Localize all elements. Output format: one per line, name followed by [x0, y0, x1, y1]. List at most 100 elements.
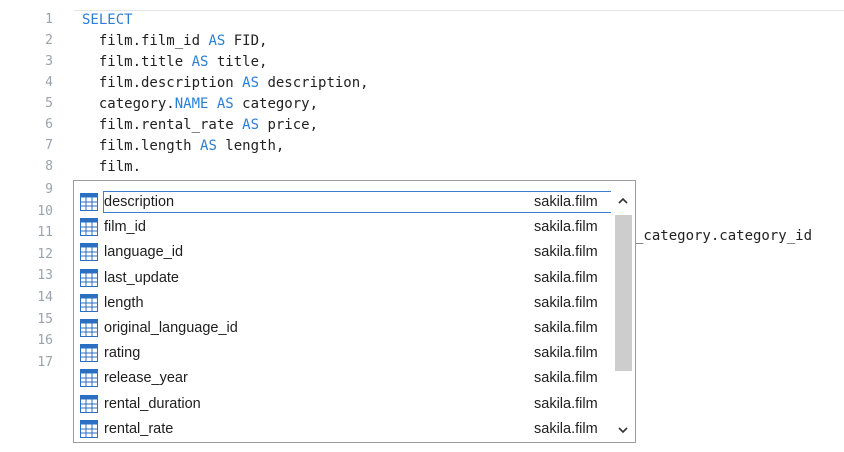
sql-token: length,: [216, 138, 285, 154]
line-number: 1: [45, 12, 53, 27]
code-line[interactable]: 4 film.description AS description,: [0, 73, 844, 93]
sql-token: FID,: [225, 33, 268, 49]
sql-token: title,: [208, 54, 268, 70]
code-line[interactable]: 3 film.title AS title,: [0, 52, 844, 72]
line-number: 16: [37, 333, 53, 349]
autocomplete-item-owner: sakila.film: [534, 219, 598, 236]
scrollbar-thumb[interactable]: [615, 215, 632, 371]
sql-token: description,: [259, 75, 369, 91]
sql-token: category.: [82, 96, 175, 112]
autocomplete-item-owner: sakila.film: [534, 244, 598, 261]
scroll-up-arrow-icon[interactable]: [616, 194, 630, 208]
table-column-icon: [80, 293, 98, 312]
line-number: 10: [37, 203, 53, 219]
sql-keyword: AS: [242, 117, 260, 133]
code-text: category.NAME AS category,: [82, 94, 318, 114]
sql-keyword: AS: [200, 138, 217, 154]
table-column-icon: [80, 369, 98, 388]
autocomplete-item-owner: sakila.film: [534, 345, 598, 362]
autocomplete-item-name: film_id: [104, 219, 146, 236]
sql-token: price,: [259, 117, 319, 133]
autocomplete-item[interactable]: rental_rate sakila.film: [78, 417, 614, 441]
table-column-icon: [80, 344, 98, 363]
autocomplete-item-owner: sakila.film: [534, 370, 598, 387]
line-number: 11: [37, 225, 53, 241]
autocomplete-scrollbar[interactable]: [611, 181, 635, 442]
code-text: SELECT: [82, 10, 133, 30]
line-number: 2: [45, 33, 53, 48]
sql-token: film.rental_rate: [82, 117, 243, 133]
autocomplete-item-name: length: [104, 294, 144, 311]
sql-token: film.title: [82, 54, 192, 70]
autocomplete-item[interactable]: last_update sakila.film: [78, 266, 614, 290]
line-number: 4: [45, 75, 53, 90]
table-column-icon: [80, 193, 98, 211]
code-line[interactable]: 7 film.length AS length,: [0, 136, 844, 156]
autocomplete-item-name: language_id: [104, 244, 184, 261]
sql-token: film.film_id: [82, 33, 209, 49]
code-text: film.: [82, 157, 141, 177]
code-line-11-tail: _category.category_id: [635, 228, 813, 244]
autocomplete-item[interactable]: description sakila.film: [78, 190, 614, 214]
line-number: 6: [45, 117, 53, 132]
code-text: film.film_id AS FID,: [82, 31, 268, 51]
code-line[interactable]: 8 film.: [0, 157, 844, 177]
autocomplete-item-owner: sakila.film: [534, 320, 598, 336]
autocomplete-item-name: rental_rate: [104, 420, 174, 437]
line-number: 3: [45, 54, 53, 69]
autocomplete-item-name: release_year: [104, 370, 188, 387]
code-text: film.length AS length,: [82, 136, 284, 156]
autocomplete-item-name: description: [104, 194, 175, 210]
autocomplete-item[interactable]: original_language_id sakila.film: [78, 316, 614, 340]
autocomplete-item-owner: sakila.film: [534, 420, 598, 437]
autocomplete-item[interactable]: length sakila.film: [78, 291, 614, 315]
autocomplete-item-name: rating: [104, 345, 141, 362]
code-text: film.rental_rate AS price,: [82, 115, 318, 135]
autocomplete-popup[interactable]: description sakila.film film_id sakila.film…: [73, 180, 636, 443]
autocomplete-item-name: rental_duration: [104, 395, 201, 412]
line-number: 15: [37, 311, 53, 327]
autocomplete-item-owner: sakila.film: [534, 294, 598, 311]
autocomplete-item-owner: sakila.film: [534, 194, 598, 210]
autocomplete-item-name: last_update: [104, 269, 179, 286]
table-column-icon: [80, 394, 98, 413]
line-number: 13: [37, 268, 53, 284]
sql-token: category,: [233, 96, 319, 112]
sql-keyword: AS: [208, 33, 226, 49]
table-column-icon: [80, 419, 98, 438]
line-number: 9: [45, 182, 53, 197]
table-column-icon: [80, 243, 98, 262]
autocomplete-item[interactable]: rental_duration sakila.film: [78, 392, 614, 416]
sql-token: film.length: [82, 138, 201, 154]
line-number: 7: [45, 138, 53, 153]
autocomplete-item[interactable]: release_year sakila.film: [78, 366, 614, 390]
line-number: 14: [37, 290, 53, 305]
sql-keyword: SELECT: [82, 12, 133, 28]
autocomplete-item-name: original_language_id: [104, 320, 238, 336]
table-column-icon: [80, 319, 98, 337]
sql-token: film.: [82, 159, 142, 175]
autocomplete-item[interactable]: language_id sakila.film: [78, 240, 614, 264]
line-number: 5: [45, 96, 53, 111]
code-text: film.description AS description,: [82, 73, 369, 93]
code-line[interactable]: 6 film.rental_rate AS price,: [0, 115, 844, 135]
code-line[interactable]: 2 film.film_id AS FID,: [0, 31, 844, 51]
line-number: 8: [45, 159, 53, 174]
autocomplete-item-owner: sakila.film: [534, 269, 598, 286]
sql-keyword: AS: [191, 54, 209, 70]
line-number: 17: [37, 354, 53, 370]
sql-keyword: AS: [242, 75, 260, 91]
sql-token: film.description: [82, 75, 243, 91]
line-number: 12: [37, 246, 53, 262]
code-line[interactable]: 5 category.NAME AS category,: [0, 94, 844, 114]
autocomplete-item-owner: sakila.film: [534, 395, 598, 412]
code-text: film.title AS title,: [82, 52, 268, 72]
code-line[interactable]: 1 SELECT: [0, 10, 844, 30]
autocomplete-item[interactable]: film_id sakila.film: [78, 215, 614, 239]
table-column-icon: [80, 268, 98, 287]
autocomplete-item[interactable]: rating sakila.film: [78, 341, 614, 365]
table-column-icon: [80, 218, 98, 237]
scroll-down-arrow-icon[interactable]: [616, 423, 630, 437]
sql-keyword: AS: [216, 96, 234, 112]
